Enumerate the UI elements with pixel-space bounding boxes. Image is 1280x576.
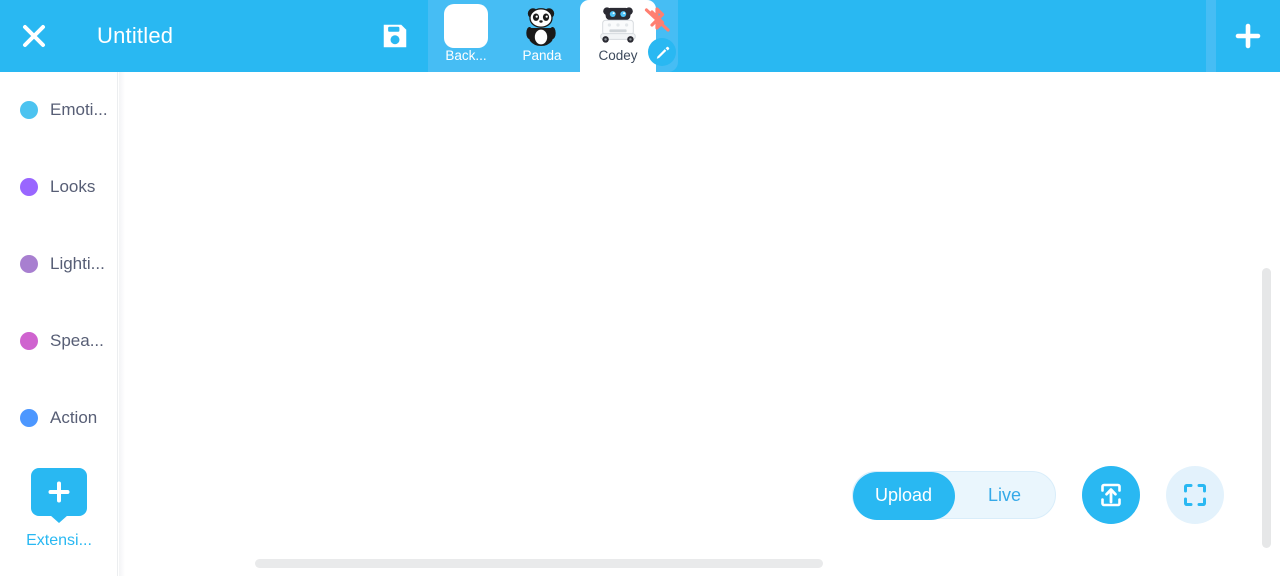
add-sprite-button[interactable] — [1216, 0, 1280, 72]
extension-button-shape — [31, 468, 87, 516]
sprite-tab-label: Codey — [598, 48, 638, 63]
fullscreen-button[interactable] — [1166, 466, 1224, 524]
sidebar-item-label: Looks — [50, 177, 96, 196]
fullscreen-expand-icon — [1184, 484, 1206, 506]
category-color-dot — [20, 101, 38, 119]
plus-icon — [1235, 23, 1261, 49]
sidebar-item-lighting[interactable]: Lighti... — [0, 243, 117, 285]
sidebar-item-label: Emoti... — [50, 100, 108, 119]
sprite-tab-label: Back... — [445, 48, 487, 63]
sidebar-item-action[interactable]: Action — [0, 397, 117, 439]
sidebar-item-looks[interactable]: Looks — [0, 166, 117, 208]
mode-option-live[interactable]: Live — [954, 471, 1055, 519]
sprite-tab-strip: Back... Panda Codey — [428, 0, 678, 72]
codey-robot-thumbnail — [596, 5, 640, 47]
panda-sprite-thumbnail — [520, 5, 564, 47]
category-sidebar: Emoti... Looks Lighti... Spea... Action … — [0, 72, 118, 576]
sidebar-item-emotion[interactable]: Emoti... — [0, 89, 117, 131]
category-color-dot — [20, 332, 38, 350]
block-workspace-canvas[interactable]: Upload Live — [119, 72, 1280, 576]
add-extension-button[interactable]: Extensi... — [0, 468, 117, 550]
makeblock-mblock-app-window: Untitled Back... Panda Codey Emoti... Lo… — [0, 0, 1280, 576]
sidebar-item-label: Action — [50, 408, 98, 427]
extension-label: Extensi... — [26, 532, 92, 549]
save-floppy-icon[interactable] — [376, 17, 414, 55]
vertical-scrollbar[interactable] — [1262, 268, 1271, 548]
sprite-tab-backdrop[interactable]: Back... — [428, 0, 504, 72]
sprite-tab-label: Panda — [522, 48, 562, 63]
sidebar-item-speaker[interactable]: Spea... — [0, 320, 117, 362]
pencil-edit-icon[interactable] — [648, 38, 676, 66]
mode-toggle[interactable]: Upload Live — [852, 471, 1056, 520]
backdrop-thumbnail — [444, 4, 488, 48]
page-title: Untitled — [97, 23, 174, 48]
category-color-dot — [20, 178, 38, 196]
header-strip-divider — [1206, 0, 1216, 72]
category-color-dot — [20, 409, 38, 427]
sprite-tab-panda[interactable]: Panda — [504, 0, 580, 72]
plus-icon — [48, 481, 70, 503]
bluetooth-disconnected-icon[interactable] — [640, 4, 674, 38]
workspace-controls: Upload Live — [852, 466, 1224, 524]
close-icon[interactable] — [14, 16, 54, 56]
mode-option-upload[interactable]: Upload — [853, 471, 954, 519]
sidebar-item-label: Lighti... — [50, 254, 105, 273]
horizontal-scrollbar[interactable] — [255, 559, 823, 568]
app-header: Untitled Back... Panda Codey — [0, 0, 1280, 72]
canvas-left-shadow — [119, 72, 125, 576]
sprite-tab-codey[interactable]: Codey — [580, 0, 676, 72]
sidebar-item-label: Spea... — [50, 331, 104, 350]
upload-to-device-button[interactable] — [1082, 466, 1140, 524]
upload-to-device-icon — [1101, 483, 1121, 507]
category-color-dot — [20, 255, 38, 273]
